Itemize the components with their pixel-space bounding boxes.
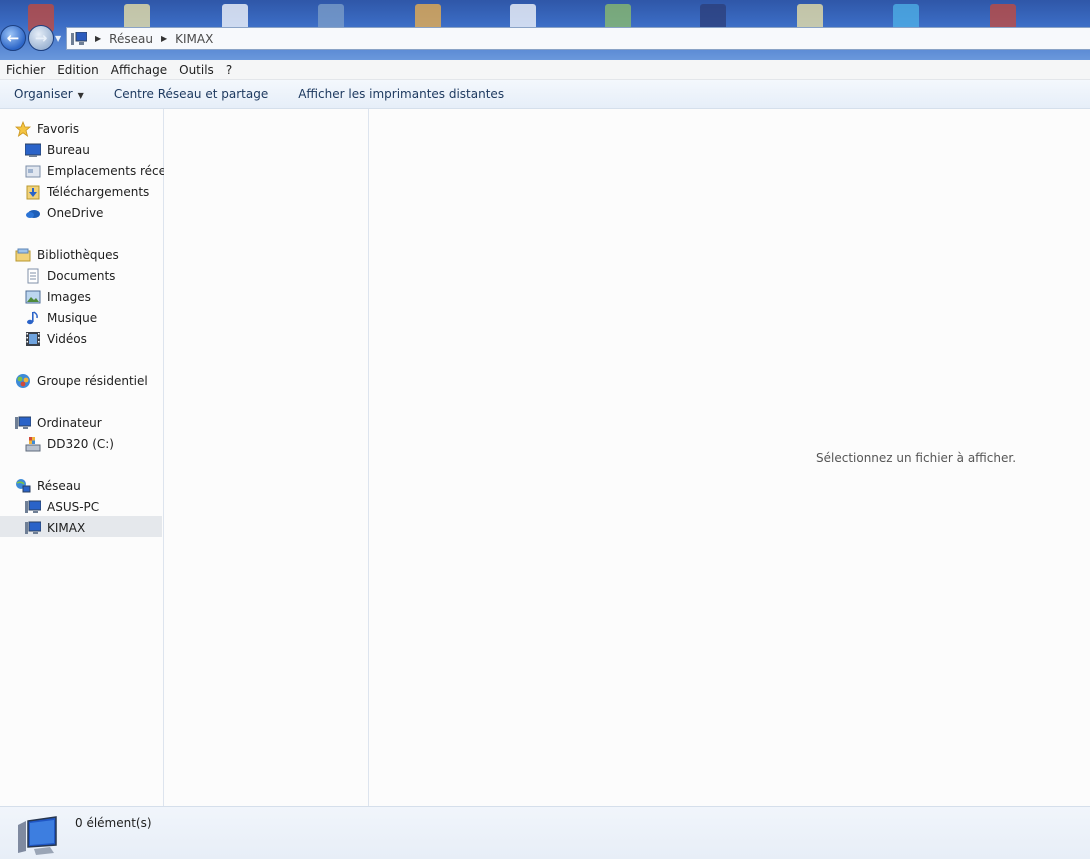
downloads-folder-icon <box>26 185 40 199</box>
navigation-pane: Favoris Bureau Emplacements récent Téléc… <box>0 109 178 806</box>
remote-printers-button[interactable]: Afficher les imprimantes distantes <box>298 87 504 101</box>
nav-item-asus-pc[interactable]: ASUS-PC <box>25 496 99 517</box>
history-dropdown-icon[interactable]: ▼ <box>55 34 63 43</box>
nav-item-label: Documents <box>47 268 116 283</box>
arrow-left-icon: ← <box>6 29 20 47</box>
nav-item-recent[interactable]: Emplacements récent <box>25 160 178 181</box>
nav-item-label: Bureau <box>47 142 90 157</box>
nav-item-drive-c[interactable]: DD320 (C:) <box>25 433 114 454</box>
nav-libraries-label: Bibliothèques <box>37 247 119 262</box>
network-center-button[interactable]: Centre Réseau et partage <box>114 87 268 101</box>
film-icon <box>26 331 40 346</box>
menu-tools[interactable]: Outils <box>173 63 220 77</box>
computer-icon <box>15 416 31 429</box>
nav-item-onedrive[interactable]: OneDrive <box>25 202 103 223</box>
nav-item-desktop[interactable]: Bureau <box>25 139 90 160</box>
nav-network-label: Réseau <box>37 478 81 493</box>
nav-item-music[interactable]: Musique <box>25 307 97 328</box>
chevron-right-icon[interactable]: ▶ <box>161 34 167 43</box>
address-bar[interactable]: ▶ Réseau ▶ KIMAX <box>66 27 1090 50</box>
arrow-right-icon: → <box>34 29 48 47</box>
menu-bar: Fichier Edition Affichage Outils ? <box>0 60 1090 80</box>
item-count: 0 élément(s) <box>75 816 152 830</box>
nav-computer-label: Ordinateur <box>37 415 102 430</box>
nav-network[interactable]: Réseau <box>15 475 81 496</box>
nav-item-label: Emplacements récent <box>47 163 179 178</box>
forward-button[interactable]: → <box>28 25 54 51</box>
nav-favorites-label: Favoris <box>37 121 80 136</box>
menu-view[interactable]: Affichage <box>105 63 173 77</box>
nav-item-kimax[interactable]: KIMAX <box>25 517 85 538</box>
nav-item-downloads[interactable]: Téléchargements <box>25 181 149 202</box>
star-icon <box>15 120 31 137</box>
hard-drive-icon <box>25 436 41 451</box>
menu-edit[interactable]: Edition <box>51 63 105 77</box>
libraries-icon <box>15 248 31 261</box>
nav-item-label: Images <box>47 289 91 304</box>
nav-item-label: DD320 (C:) <box>47 436 114 451</box>
network-icon <box>16 478 31 492</box>
chevron-down-icon: ▼ <box>77 91 84 100</box>
menu-help[interactable]: ? <box>220 63 238 77</box>
chevron-right-icon[interactable]: ▶ <box>95 34 101 43</box>
computer-icon <box>25 521 41 534</box>
nav-homegroup[interactable]: Groupe résidentiel <box>15 370 148 391</box>
recent-places-icon <box>25 165 41 177</box>
menu-file[interactable]: Fichier <box>0 63 51 77</box>
command-bar: Organiser ▼ Centre Réseau et partage Affi… <box>0 80 1090 109</box>
file-list-pane[interactable] <box>164 109 369 806</box>
homegroup-icon <box>16 373 30 388</box>
desktop-icon <box>25 143 41 157</box>
nav-item-label: KIMAX <box>47 520 86 535</box>
breadcrumb-network[interactable]: Réseau <box>109 32 153 46</box>
breadcrumb-kimax[interactable]: KIMAX <box>175 32 213 46</box>
nav-libraries[interactable]: Bibliothèques <box>15 244 119 265</box>
organize-label: Organiser <box>14 87 73 101</box>
nav-homegroup-label: Groupe résidentiel <box>37 373 148 388</box>
document-icon <box>27 268 39 283</box>
image-icon <box>25 290 41 303</box>
preview-pane: Sélectionnez un fichier à afficher. <box>369 109 1090 806</box>
nav-item-label: Musique <box>47 310 98 325</box>
music-note-icon <box>27 310 38 324</box>
computer-icon <box>18 816 57 855</box>
preview-message: Sélectionnez un fichier à afficher. <box>816 451 1017 465</box>
organize-button[interactable]: Organiser ▼ <box>14 87 84 101</box>
computer-icon <box>25 500 41 513</box>
nav-item-label: Téléchargements <box>47 184 150 199</box>
nav-favorites[interactable]: Favoris <box>15 118 79 139</box>
window-title-bar: ← → ▼ ▶ Réseau ▶ KIMAX <box>0 0 1090 60</box>
nav-item-label: Vidéos <box>47 331 87 346</box>
back-button[interactable]: ← <box>0 25 26 51</box>
status-bar: 0 élément(s) <box>0 806 1090 859</box>
nav-item-label: ASUS-PC <box>47 499 100 514</box>
cloud-icon <box>26 209 40 218</box>
nav-item-images[interactable]: Images <box>25 286 91 307</box>
nav-computer[interactable]: Ordinateur <box>15 412 102 433</box>
nav-item-videos[interactable]: Vidéos <box>25 328 87 349</box>
computer-icon <box>71 31 87 45</box>
nav-item-label: OneDrive <box>47 205 104 220</box>
nav-item-documents[interactable]: Documents <box>25 265 115 286</box>
